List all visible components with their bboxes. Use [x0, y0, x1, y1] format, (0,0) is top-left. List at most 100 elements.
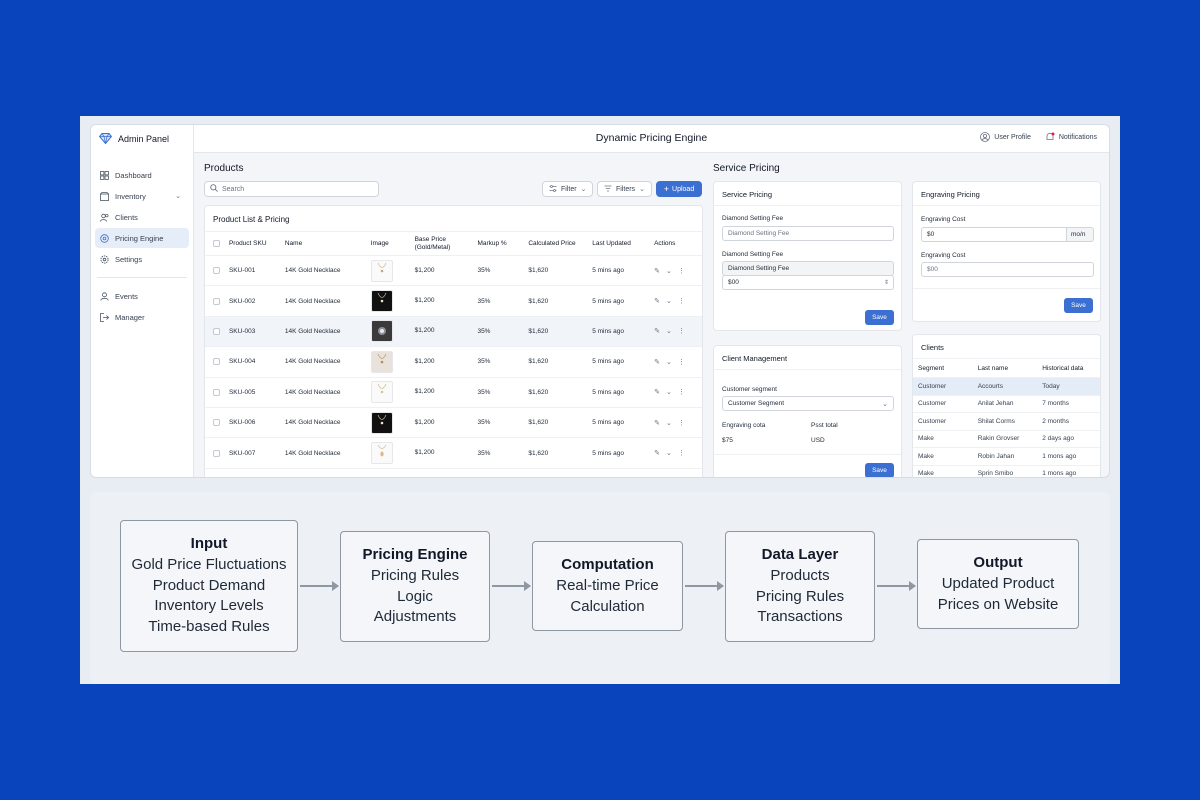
diamond-fee-input[interactable]: Diamond Setting Fee: [722, 226, 894, 241]
row-checkbox[interactable]: [205, 358, 229, 366]
sidebar-item-clients[interactable]: Clients: [95, 207, 189, 227]
table-row[interactable]: SKU-002 14K Gold Necklace $1,200 35% $1,…: [205, 286, 702, 317]
user-icon: [100, 291, 109, 301]
calculated-price-cell: $1,620: [528, 267, 549, 275]
client-row[interactable]: Customer Anilat Jehan 7 months: [913, 394, 1100, 413]
product-thumbnail[interactable]: [370, 350, 393, 373]
chevron-down-icon[interactable]: ⌄: [666, 419, 672, 427]
row-checkbox[interactable]: [205, 419, 229, 427]
page-title: Dynamic Pricing Engine: [595, 132, 708, 144]
column-header: Last name: [977, 364, 1009, 372]
product-thumbnail[interactable]: [370, 381, 393, 404]
chevron-down-icon[interactable]: ⌄: [666, 388, 672, 396]
row-checkbox[interactable]: [205, 297, 229, 305]
markup-cell: 35%: [477, 297, 491, 305]
product-thumbnail[interactable]: [370, 320, 393, 343]
customer-segment-select[interactable]: Customer Segment ⌄: [722, 396, 894, 411]
chevron-down-icon[interactable]: ⌄: [666, 297, 672, 305]
edit-icon[interactable]: ✎: [654, 388, 660, 396]
save-button[interactable]: Save: [865, 310, 894, 325]
sidebar-item-label: Pricing Engine: [115, 233, 164, 243]
name-cell: 14K Gold Necklace: [284, 297, 341, 305]
chevron-down-icon[interactable]: ⌄: [666, 358, 672, 366]
name-cell: 14K Gold Necklace: [284, 449, 341, 457]
table-body: SKU-001 14K Gold Necklace $1,200 35% $1,…: [205, 256, 702, 469]
product-thumbnail[interactable]: [370, 442, 393, 465]
product-thumbnail[interactable]: [370, 290, 393, 313]
search-input[interactable]: Search: [204, 181, 379, 197]
chevron-down-icon[interactable]: ⌄: [666, 267, 672, 275]
sidebar-item-dashboard[interactable]: Dashboard: [95, 165, 189, 185]
stepper-icon[interactable]: ⇕: [884, 279, 889, 286]
edit-icon[interactable]: ✎: [654, 449, 660, 457]
chevron-down-icon[interactable]: ⌄: [666, 449, 672, 457]
product-thumbnail[interactable]: [370, 259, 393, 282]
notifications-label: Notifications: [1058, 133, 1097, 141]
input-placeholder: Diamond Setting Fee: [728, 230, 790, 237]
table-row[interactable]: SKU-005 14K Gold Necklace $1,200 35% $1,…: [205, 378, 702, 408]
more-icon[interactable]: ⋮: [678, 388, 685, 396]
sidebar-item-inventory[interactable]: Inventory ⌄: [95, 186, 189, 206]
diamond-icon: [98, 132, 113, 146]
row-checkbox[interactable]: [205, 388, 229, 396]
more-icon[interactable]: ⋮: [678, 419, 685, 427]
diamond-fee-type[interactable]: Diamond Setting Fee: [722, 261, 894, 276]
filter-button[interactable]: Filter ⌄: [542, 181, 594, 197]
field-value: $0: [927, 231, 935, 238]
table-row[interactable]: SKU-001 14K Gold Necklace $1,200 35% $1,…: [205, 256, 702, 287]
row-checkbox[interactable]: [205, 267, 229, 275]
sidebar-item-pricing-engine[interactable]: Pricing Engine: [95, 228, 189, 248]
edit-icon[interactable]: ✎: [654, 358, 660, 366]
row-actions: ✎ ⌄ ⋮: [654, 358, 702, 366]
more-icon[interactable]: ⋮: [678, 327, 685, 335]
select-all-checkbox[interactable]: [205, 240, 229, 247]
more-icon[interactable]: ⋮: [678, 358, 685, 366]
user-profile-button[interactable]: User Profile: [980, 132, 1031, 142]
edit-icon[interactable]: ✎: [654, 267, 660, 275]
top-bar-actions: User Profile Notifications: [980, 132, 1097, 142]
upload-button[interactable]: + Upload: [656, 181, 702, 197]
client-row[interactable]: Make Sprin Smibo 1 mons ago: [913, 464, 1100, 477]
base-price-cell: $1,200: [414, 418, 435, 426]
calculated-price-cell: $1,620: [528, 358, 549, 366]
diamond-fee-stepper[interactable]: $00 ⇕: [722, 275, 894, 290]
client-row[interactable]: Make Robin Jahan 1 mons ago: [913, 447, 1100, 465]
row-checkbox[interactable]: [205, 327, 229, 335]
more-icon[interactable]: ⋮: [678, 297, 685, 305]
table-row[interactable]: SKU-006 14K Gold Necklace $1,200 35% $1,…: [205, 408, 702, 439]
client-row[interactable]: Customer Shilat Corms 2 months: [913, 412, 1100, 430]
unit-select[interactable]: mo/n: [1066, 227, 1094, 242]
notifications-button[interactable]: Notifications: [1045, 132, 1097, 142]
engraving-cost-input-2[interactable]: $00: [921, 262, 1094, 277]
client-management-card: Client Management Customer segment Custo…: [713, 345, 902, 477]
client-row[interactable]: Customer Accourts Today: [913, 377, 1100, 395]
save-button[interactable]: Save: [1064, 298, 1093, 313]
edit-icon[interactable]: ✎: [654, 297, 660, 305]
sidebar-item-settings[interactable]: Settings: [95, 249, 189, 269]
service-pricing-heading: Service Pricing: [713, 163, 780, 174]
flow-step-line: Real-time Price: [556, 577, 659, 594]
product-thumbnail[interactable]: [370, 411, 393, 434]
psst-total-label: Psst total: [811, 422, 838, 429]
upload-label: Upload: [672, 185, 695, 193]
history-cell: 2 days ago: [1042, 435, 1075, 443]
filters-button[interactable]: Filters ⌄: [597, 181, 652, 197]
edit-icon[interactable]: ✎: [654, 327, 660, 335]
more-icon[interactable]: ⋮: [678, 267, 685, 275]
sidebar-item-events[interactable]: Events: [95, 286, 189, 306]
base-price-cell: $1,200: [414, 357, 435, 365]
table-row[interactable]: SKU-007 14K Gold Necklace $1,200 35% $1,…: [205, 438, 702, 469]
edit-icon[interactable]: ✎: [654, 419, 660, 427]
table-row[interactable]: SKU-004 14K Gold Necklace $1,200 35% $1,…: [205, 347, 702, 378]
more-icon[interactable]: ⋮: [678, 449, 685, 457]
save-button[interactable]: Save: [865, 463, 894, 477]
client-row[interactable]: Make Rakin Grovser 2 days ago: [913, 429, 1100, 448]
row-checkbox[interactable]: [205, 449, 229, 457]
table-row[interactable]: SKU-003 14K Gold Necklace $1,200 35% $1,…: [205, 316, 702, 348]
chevron-down-icon[interactable]: ⌄: [666, 327, 672, 335]
field-value: $00: [728, 279, 739, 286]
engraving-cost-input[interactable]: $0: [921, 227, 1066, 242]
sidebar-item-manager[interactable]: Manager: [95, 307, 189, 327]
sidebar-item-label: Settings: [115, 254, 143, 264]
name-cell: 14K Gold Necklace: [284, 327, 341, 335]
